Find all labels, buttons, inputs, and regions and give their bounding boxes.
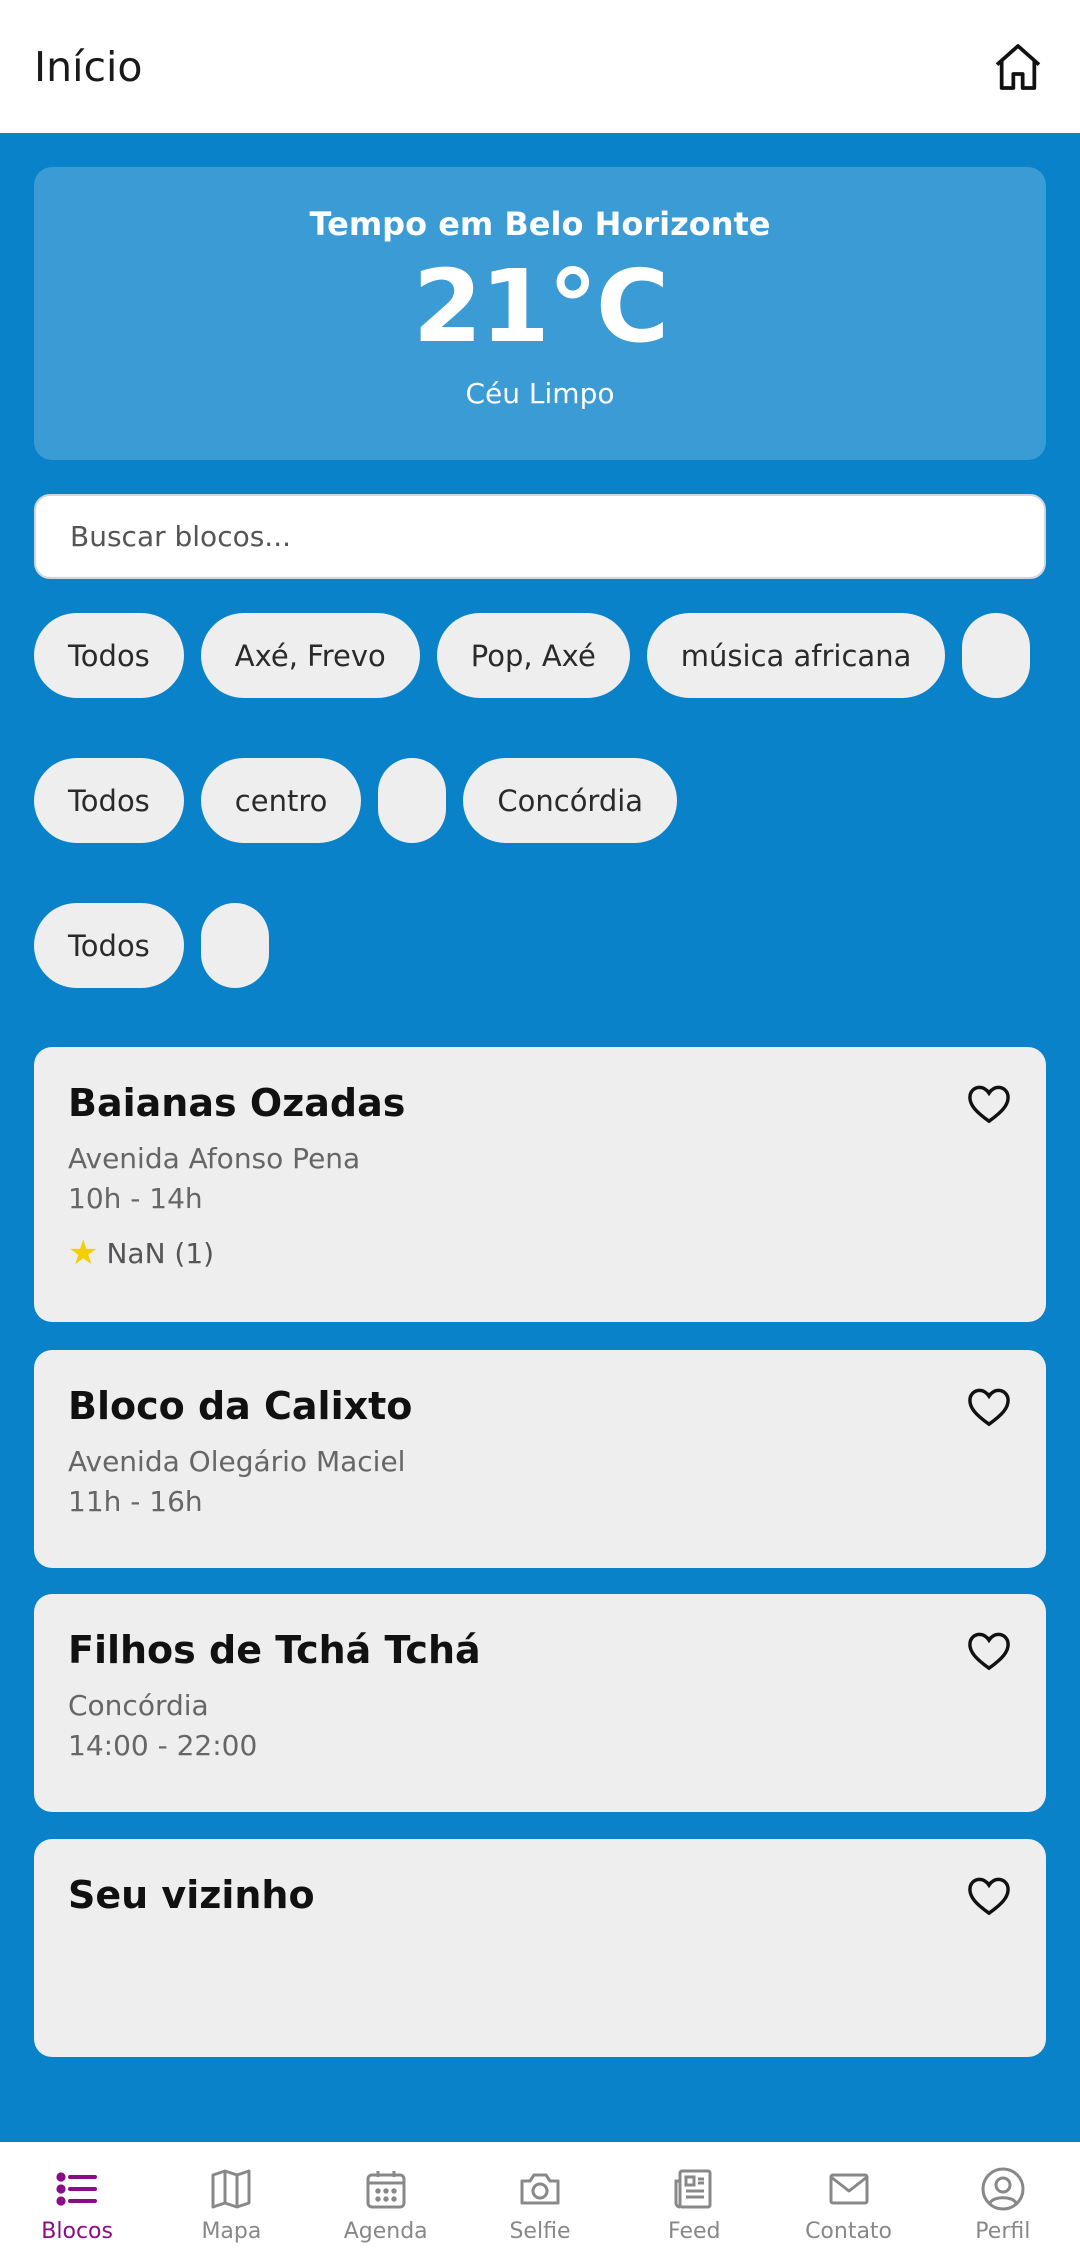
bloco-rating: ★ NaN (1) — [68, 1233, 1012, 1273]
bloco-name: Bloco da Calixto — [68, 1384, 413, 1428]
page-title: Início — [34, 42, 143, 91]
weather-card: Tempo em Belo Horizonte 21°C Céu Limpo — [34, 167, 1046, 460]
search-input[interactable] — [34, 494, 1046, 579]
genre-filter-row: Todos Axé, Frevo Pop, Axé música african… — [34, 613, 1031, 698]
tab-blocos[interactable]: Blocos — [0, 2142, 154, 2266]
mail-icon — [829, 2173, 869, 2204]
tab-label: Agenda — [343, 2218, 428, 2244]
map-icon — [211, 2169, 251, 2208]
filter-chip-empty[interactable] — [378, 758, 447, 843]
tab-label: Feed — [668, 2218, 721, 2244]
bloco-card[interactable]: Filhos de Tchá Tchá Concórdia 14:00 - 22… — [34, 1594, 1046, 1812]
filter-chip-todos[interactable]: Todos — [34, 758, 184, 843]
favorite-heart-icon[interactable] — [966, 1875, 1012, 1917]
filter-chip-todos[interactable]: Todos — [34, 903, 184, 988]
camera-icon — [520, 2173, 560, 2204]
weather-title: Tempo em Belo Horizonte — [309, 205, 771, 243]
tab-label: Perfil — [975, 2218, 1031, 2244]
bloco-name: Baianas Ozadas — [68, 1081, 406, 1125]
list-icon — [56, 2171, 98, 2206]
bloco-card[interactable]: Baianas Ozadas Avenida Afonso Pena 10h -… — [34, 1047, 1046, 1322]
filter-chip-todos[interactable]: Todos — [34, 613, 184, 698]
filter-chip-concordia[interactable]: Concórdia — [463, 758, 678, 843]
user-icon — [981, 2167, 1025, 2210]
tab-label: Mapa — [201, 2218, 262, 2244]
filter-chip-axe-frevo[interactable]: Axé, Frevo — [200, 613, 420, 698]
bloco-time: 14:00 - 22:00 — [68, 1729, 258, 1762]
tab-mapa[interactable]: Mapa — [154, 2142, 308, 2266]
star-icon: ★ — [68, 1233, 99, 1273]
tab-feed[interactable]: Feed — [617, 2142, 771, 2266]
bloco-card[interactable]: Bloco da Calixto Avenida Olegário Maciel… — [34, 1350, 1046, 1568]
weather-condition: Céu Limpo — [465, 377, 615, 410]
bloco-time: 10h - 14h — [68, 1182, 203, 1215]
filter-chip-musica-africana[interactable]: música africana — [646, 613, 946, 698]
time-filter-row: Todos — [34, 903, 269, 988]
bottom-tab-bar: Blocos Mapa Agenda Selfie Feed Contato P… — [0, 2142, 1080, 2266]
app-header: Início — [0, 0, 1080, 133]
tab-perfil[interactable]: Perfil — [926, 2142, 1080, 2266]
bloco-card[interactable]: Seu vizinho — [34, 1839, 1046, 2057]
tab-label: Blocos — [41, 2218, 113, 2244]
favorite-heart-icon[interactable] — [966, 1630, 1012, 1672]
calendar-icon — [366, 2170, 406, 2208]
filter-chip-empty[interactable] — [200, 903, 269, 988]
bloco-time: 11h - 16h — [68, 1485, 203, 1518]
favorite-heart-icon[interactable] — [966, 1386, 1012, 1428]
tab-contato[interactable]: Contato — [772, 2142, 926, 2266]
bloco-address: Concórdia — [68, 1689, 209, 1722]
tab-agenda[interactable]: Agenda — [309, 2142, 463, 2266]
filter-chip-empty[interactable] — [962, 613, 1031, 698]
bloco-address: Avenida Olegário Maciel — [68, 1445, 406, 1478]
newspaper-icon — [674, 2169, 712, 2208]
tab-label: Selfie — [509, 2218, 571, 2244]
tab-label: Contato — [805, 2218, 893, 2244]
filter-chip-centro[interactable]: centro — [200, 758, 362, 843]
rating-value: NaN (1) — [106, 1236, 215, 1270]
region-filter-row: Todos centro Concórdia — [34, 758, 678, 843]
favorite-heart-icon[interactable] — [966, 1083, 1012, 1125]
bloco-address: Avenida Afonso Pena — [68, 1142, 361, 1175]
filter-chip-pop-axe[interactable]: Pop, Axé — [436, 613, 630, 698]
home-icon[interactable] — [990, 39, 1046, 95]
bloco-name: Filhos de Tchá Tchá — [68, 1628, 481, 1672]
bloco-name: Seu vizinho — [68, 1873, 315, 1917]
tab-selfie[interactable]: Selfie — [463, 2142, 617, 2266]
weather-temperature: 21°C — [412, 248, 670, 365]
